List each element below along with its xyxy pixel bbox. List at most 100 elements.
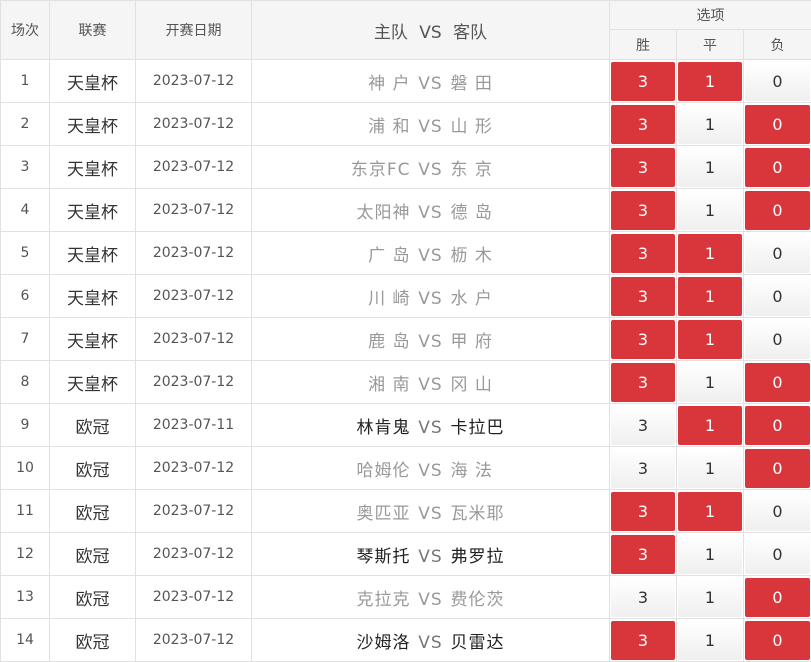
option-lose-button[interactable]: 0 (745, 147, 811, 187)
home-team: 广 岛 (368, 245, 411, 266)
option-win-button[interactable]: 3 (611, 61, 675, 101)
header-away: 客队 (453, 22, 488, 43)
option-draw-button[interactable]: 1 (678, 104, 742, 144)
away-team: 水 户 (450, 288, 493, 309)
league-name: 欧冠 (49, 575, 136, 619)
option-cell: 1 (676, 403, 744, 447)
header-lose: 负 (742, 29, 811, 60)
option-cell: 1 (676, 618, 744, 662)
table-row: 5 天皇杯 2023-07-12 广 岛 VS 枥 木 3 1 0 (0, 231, 811, 275)
option-cell: 3 (609, 446, 677, 490)
option-win-button[interactable]: 3 (611, 147, 675, 187)
option-cell: 1 (676, 145, 744, 189)
home-team: 沙姆洛 (356, 632, 411, 653)
option-draw-button[interactable]: 1 (678, 620, 742, 660)
match-index: 13 (0, 575, 50, 619)
league-name: 天皇杯 (49, 317, 136, 361)
option-cell: 3 (609, 618, 677, 662)
option-cell: 0 (742, 403, 811, 447)
header-options: 选项 (608, 0, 811, 30)
match-date: 2023-07-12 (135, 59, 252, 103)
away-team: 瓦米耶 (450, 503, 505, 524)
option-draw-button[interactable]: 1 (678, 448, 742, 488)
match-date: 2023-07-12 (135, 360, 252, 404)
match-date: 2023-07-12 (135, 145, 252, 189)
option-draw-button[interactable]: 1 (678, 190, 742, 230)
option-cell: 0 (742, 59, 811, 103)
option-lose-button[interactable]: 0 (745, 620, 811, 660)
option-draw-button[interactable]: 1 (678, 276, 742, 316)
option-draw-button[interactable]: 1 (678, 233, 742, 273)
option-lose-button[interactable]: 0 (745, 319, 811, 359)
table-row: 11 欧冠 2023-07-12 奥匹亚 VS 瓦米耶 3 1 0 (0, 489, 811, 533)
league-name: 欧冠 (49, 532, 136, 576)
option-draw-button[interactable]: 1 (678, 534, 742, 574)
vs-label: VS (418, 460, 443, 481)
option-lose-button[interactable]: 0 (745, 61, 811, 101)
option-win-button[interactable]: 3 (611, 190, 675, 230)
match-table: 场次 联赛 开赛日期 主队 VS 客队 选项 胜 平 负 1 天皇杯 2023-… (0, 0, 811, 662)
home-team: 琴斯托 (356, 546, 411, 567)
away-team: 磐 田 (450, 73, 493, 94)
option-cell: 0 (742, 145, 811, 189)
option-cell: 3 (609, 145, 677, 189)
option-win-button[interactable]: 3 (611, 491, 675, 531)
option-cell: 0 (742, 446, 811, 490)
away-team: 山 形 (450, 116, 493, 137)
match-teams: 太阳神 VS 德 岛 (251, 188, 610, 232)
option-win-button[interactable]: 3 (611, 276, 675, 316)
option-win-button[interactable]: 3 (611, 448, 675, 488)
option-draw-button[interactable]: 1 (678, 319, 742, 359)
option-lose-button[interactable]: 0 (745, 233, 811, 273)
option-draw-button[interactable]: 1 (678, 61, 742, 101)
home-team: 川 崎 (368, 288, 411, 309)
option-lose-button[interactable]: 0 (745, 276, 811, 316)
option-win-button[interactable]: 3 (611, 104, 675, 144)
league-name: 天皇杯 (49, 59, 136, 103)
option-draw-button[interactable]: 1 (678, 577, 742, 617)
home-team: 东京FC (350, 159, 411, 180)
match-date: 2023-07-12 (135, 618, 252, 662)
option-win-button[interactable]: 3 (611, 577, 675, 617)
match-teams: 琴斯托 VS 弗罗拉 (251, 532, 610, 576)
option-win-button[interactable]: 3 (611, 319, 675, 359)
match-date: 2023-07-12 (135, 446, 252, 490)
vs-label: VS (418, 288, 443, 309)
option-draw-button[interactable]: 1 (678, 362, 742, 402)
option-win-button[interactable]: 3 (611, 405, 675, 445)
option-lose-button[interactable]: 0 (745, 534, 811, 574)
option-cell: 1 (676, 102, 744, 146)
option-lose-button[interactable]: 0 (745, 362, 811, 402)
home-team: 林肯鬼 (356, 417, 411, 438)
option-cell: 3 (609, 317, 677, 361)
table-row: 14 欧冠 2023-07-12 沙姆洛 VS 贝雷达 3 1 0 (0, 618, 811, 662)
option-draw-button[interactable]: 1 (678, 405, 742, 445)
table-row: 9 欧冠 2023-07-11 林肯鬼 VS 卡拉巴 3 1 0 (0, 403, 811, 447)
option-win-button[interactable]: 3 (611, 620, 675, 660)
vs-label: VS (418, 503, 443, 524)
option-cell: 1 (676, 532, 744, 576)
header-win: 胜 (609, 29, 677, 60)
option-draw-button[interactable]: 1 (678, 147, 742, 187)
away-team: 冈 山 (450, 374, 493, 395)
league-name: 天皇杯 (49, 188, 136, 232)
option-cell: 0 (742, 102, 811, 146)
option-win-button[interactable]: 3 (611, 362, 675, 402)
option-cell: 1 (676, 317, 744, 361)
option-lose-button[interactable]: 0 (745, 577, 811, 617)
option-cell: 3 (609, 59, 677, 103)
option-lose-button[interactable]: 0 (745, 104, 811, 144)
vs-label: VS (418, 417, 443, 438)
option-lose-button[interactable]: 0 (745, 190, 811, 230)
option-win-button[interactable]: 3 (611, 233, 675, 273)
match-date: 2023-07-12 (135, 489, 252, 533)
option-lose-button[interactable]: 0 (745, 491, 811, 531)
table-row: 10 欧冠 2023-07-12 哈姆伦 VS 海 法 3 1 0 (0, 446, 811, 490)
option-win-button[interactable]: 3 (611, 534, 675, 574)
option-draw-button[interactable]: 1 (678, 491, 742, 531)
table-row: 2 天皇杯 2023-07-12 浦 和 VS 山 形 3 1 0 (0, 102, 811, 146)
option-cell: 3 (609, 360, 677, 404)
option-lose-button[interactable]: 0 (745, 405, 811, 445)
option-cell: 1 (676, 188, 744, 232)
option-lose-button[interactable]: 0 (745, 448, 811, 488)
